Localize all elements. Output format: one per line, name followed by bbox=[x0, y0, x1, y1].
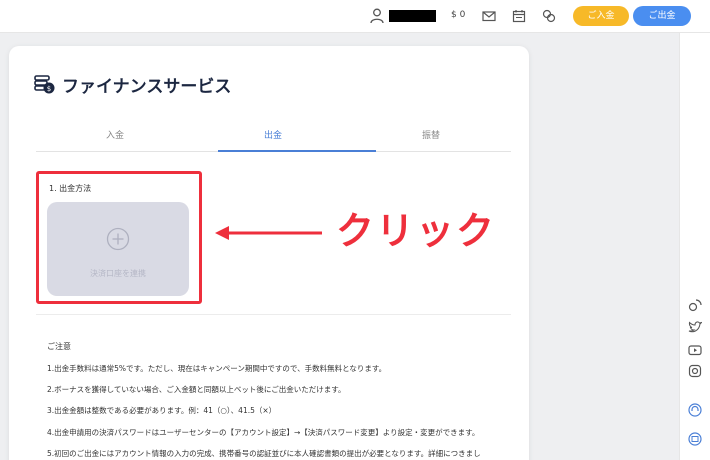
right-sidebar bbox=[679, 33, 710, 460]
page-title: ファイナンスサービス bbox=[62, 77, 232, 97]
top-header: $ 0 ご入金 ご出金 bbox=[0, 0, 710, 33]
chat-icon[interactable] bbox=[688, 432, 702, 446]
tab-deposit[interactable]: 入金 bbox=[36, 128, 194, 141]
finance-coins-icon: $ bbox=[34, 75, 55, 94]
calendar-icon[interactable] bbox=[512, 9, 526, 23]
note-item: 4.出金申請用の決済パスワードはユーザーセンターの【アカウント設定】→【決済パス… bbox=[47, 428, 480, 437]
exchange-icon[interactable] bbox=[542, 9, 556, 23]
active-tab-indicator bbox=[218, 150, 376, 152]
tab-withdraw[interactable]: 出金 bbox=[194, 128, 352, 141]
blog-icon[interactable] bbox=[688, 298, 702, 312]
note-item: 2.ボーナスを獲得していない場合、ご入金額と同額以上ベット後にご出金いただけます… bbox=[47, 385, 346, 394]
note-item: 3.出金金額は整数である必要があります。例：41（○）、41.5（×） bbox=[47, 406, 277, 415]
section-divider bbox=[36, 314, 511, 315]
click-annotation-text: クリック bbox=[336, 209, 497, 253]
note-item: 5.初回のご出金にはアカウント情報の入力の完成、携帯番号の認証並びに本人確認書類… bbox=[47, 449, 481, 458]
deposit-button[interactable]: ご入金 bbox=[573, 6, 629, 26]
balance-display: $ 0 bbox=[451, 10, 466, 20]
username-redacted bbox=[389, 10, 436, 22]
svg-text:$: $ bbox=[47, 85, 51, 93]
support-headset-icon[interactable] bbox=[688, 403, 702, 417]
arrow-left-icon bbox=[215, 226, 322, 240]
tab-bar: 入金 出金 振替 bbox=[36, 124, 511, 152]
click-highlight-box bbox=[36, 171, 202, 304]
tab-transfer[interactable]: 振替 bbox=[352, 128, 510, 141]
user-icon[interactable] bbox=[370, 8, 384, 24]
notes-title: ご注意 bbox=[47, 342, 71, 351]
instagram-icon[interactable] bbox=[688, 364, 702, 378]
youtube-icon[interactable] bbox=[688, 343, 702, 357]
withdraw-button[interactable]: ご出金 bbox=[633, 6, 691, 26]
note-item: 1.出金手数料は通常5%です。ただし、現在はキャンペーン期間中ですので、手数料無… bbox=[47, 364, 387, 373]
twitter-icon[interactable] bbox=[688, 320, 702, 334]
mail-icon[interactable] bbox=[482, 9, 496, 23]
